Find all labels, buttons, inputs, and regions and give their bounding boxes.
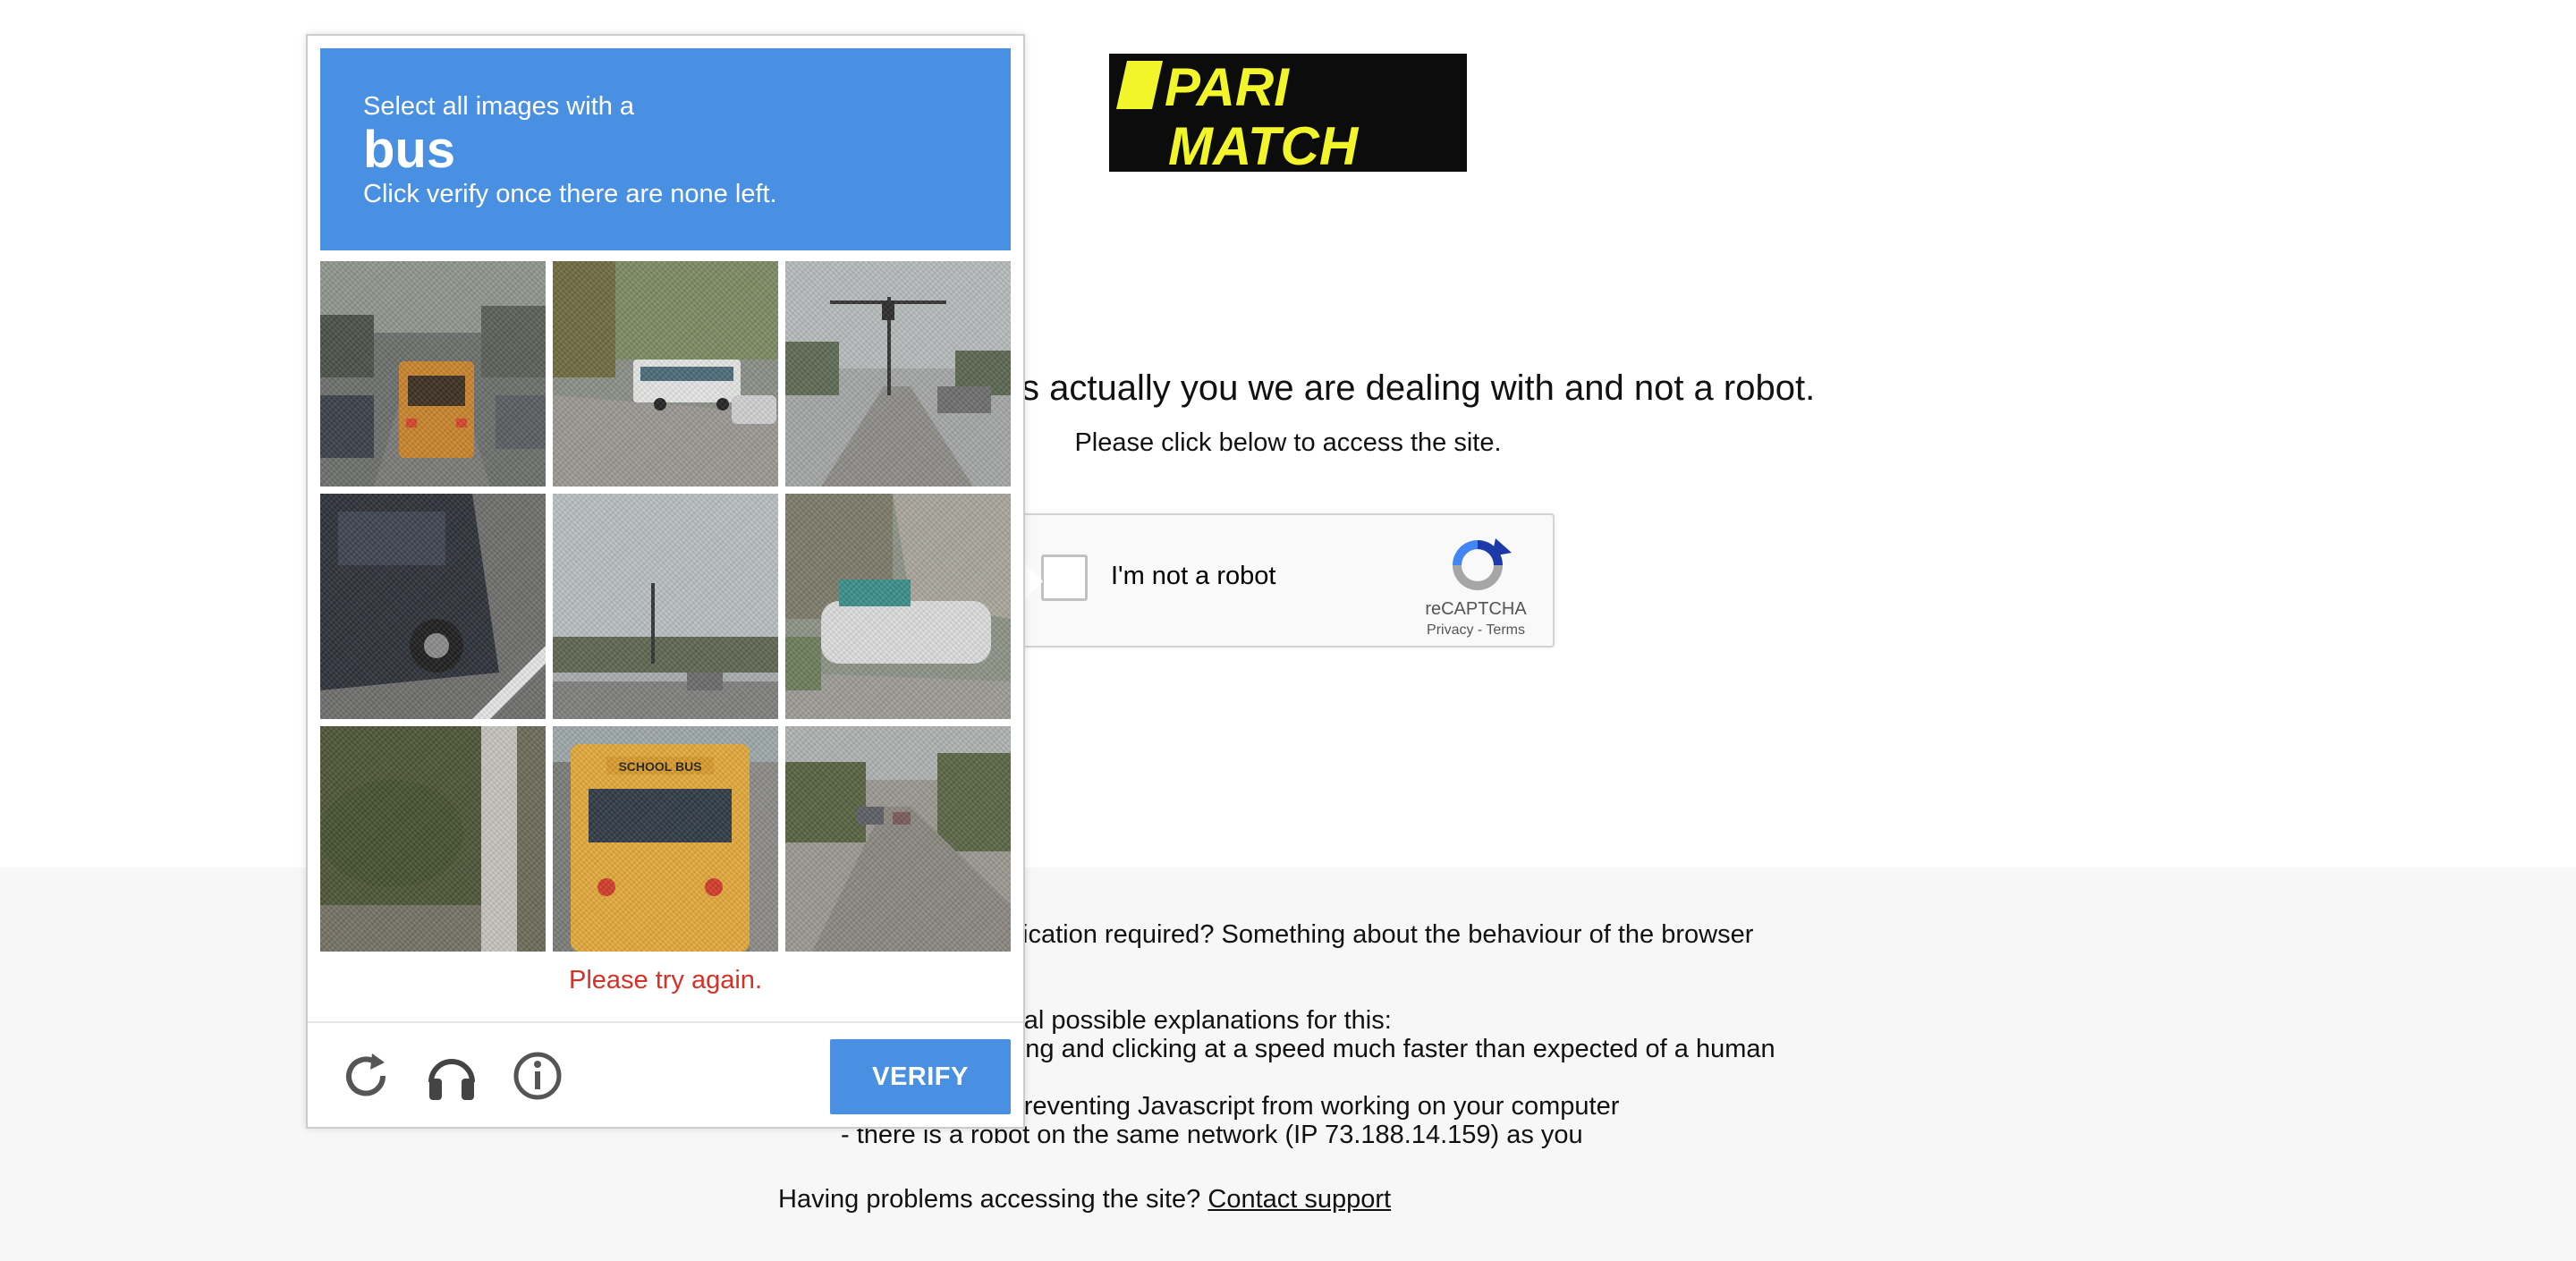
challenge-instruction: Select all images with a xyxy=(363,92,635,121)
image-tile-dark-car[interactable] xyxy=(320,494,546,719)
image-tile-tree[interactable] xyxy=(320,726,546,952)
challenge-target: bus xyxy=(363,121,456,179)
recaptcha-checkbox[interactable] xyxy=(1041,554,1088,601)
info-icon[interactable] xyxy=(508,1046,567,1105)
support-prefix: Having problems accessing the site? xyxy=(778,1185,1201,1214)
tile-noise xyxy=(785,726,1011,952)
headphones-icon[interactable] xyxy=(422,1046,481,1105)
captcha-challenge-popup: Select all images with a bus Click verif… xyxy=(306,34,1025,1129)
tile-noise xyxy=(553,494,778,719)
reload-icon[interactable] xyxy=(336,1046,395,1105)
support-line: Having problems accessing the site? Cont… xyxy=(778,1184,1762,1214)
image-tile-sky-street[interactable] xyxy=(553,494,778,719)
tile-noise xyxy=(553,726,778,952)
verify-button[interactable]: VERIFY xyxy=(830,1039,1011,1114)
image-tile-white-bus[interactable] xyxy=(553,261,778,487)
tile-noise xyxy=(785,261,1011,487)
parimatch-logo: PARI MATCH xyxy=(1109,54,1467,172)
tile-noise xyxy=(320,494,546,719)
recaptcha-brand: reCAPTCHA xyxy=(1425,599,1527,619)
image-tile-road-cars[interactable] xyxy=(785,726,1011,952)
image-tile-school-bus[interactable] xyxy=(320,261,546,487)
tile-noise xyxy=(553,261,778,487)
contact-support-link[interactable]: Contact support xyxy=(1208,1185,1391,1214)
tile-noise xyxy=(785,494,1011,719)
recaptcha-label: I'm not a robot xyxy=(1111,562,1276,590)
tile-noise xyxy=(320,261,546,487)
challenge-header: Select all images with a bus Click verif… xyxy=(320,48,1011,250)
challenge-error: Please try again. xyxy=(568,966,762,994)
logo-line1: PARI xyxy=(1165,57,1290,117)
challenge-arrow xyxy=(1023,562,1043,601)
recaptcha-widget[interactable]: I'm not a robot reCAPTCHA Privacy - Term… xyxy=(1011,513,1555,647)
image-tile-yellow-bus[interactable]: SCHOOL BUS xyxy=(553,726,778,952)
tile-noise xyxy=(320,726,546,952)
image-tile-boat[interactable] xyxy=(785,494,1011,719)
image-tile-street-lights[interactable] xyxy=(785,261,1011,487)
challenge-hint: Click verify once there are none left. xyxy=(363,180,777,208)
image-grid: SCHOOL BUS xyxy=(320,261,1011,952)
challenge-divider xyxy=(308,1021,1023,1023)
recaptcha-logo-icon xyxy=(1433,533,1522,596)
recaptcha-terms-link[interactable]: Privacy - Terms xyxy=(1413,622,1538,639)
logo-line2: MATCH xyxy=(1168,116,1360,172)
